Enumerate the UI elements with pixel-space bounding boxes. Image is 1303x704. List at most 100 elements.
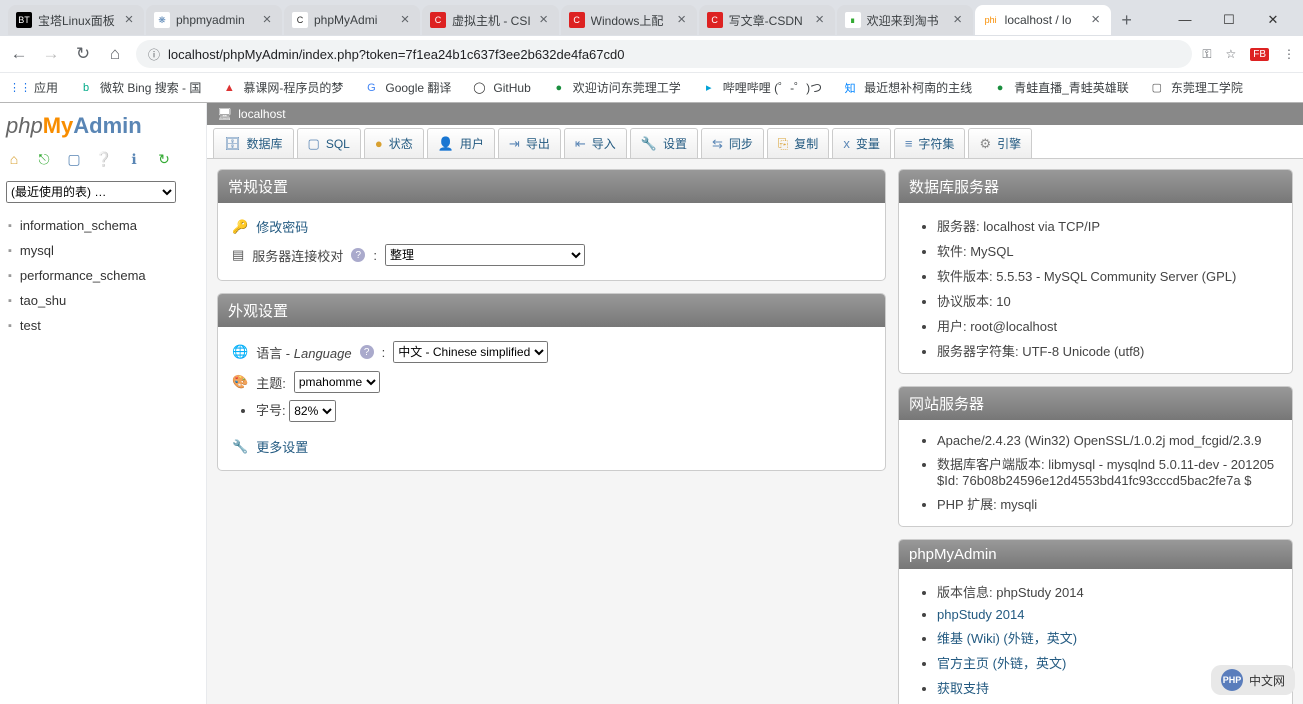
bookmark-item[interactable]: ▢东莞理工学院 <box>1149 79 1243 96</box>
maximize-button[interactable]: ☐ <box>1207 12 1251 28</box>
menu-icon[interactable]: ⋮ <box>1283 47 1295 61</box>
minimize-button[interactable]: — <box>1163 12 1207 28</box>
main-tab[interactable]: ⇆同步 <box>701 128 764 158</box>
pma-link[interactable]: phpStudy 2014 <box>937 607 1024 622</box>
info-item: 服务器字符集: UTF-8 Unicode (utf8) <box>937 338 1278 363</box>
recent-tables-select[interactable]: (最近使用的表) … <box>6 181 176 203</box>
bookmark-item[interactable]: ▸哔哩哔哩 (゜-゜)つ <box>701 79 822 96</box>
database-item[interactable]: ▪mysql <box>6 238 200 263</box>
tab-close-icon[interactable]: × <box>1089 13 1103 27</box>
theme-select[interactable]: pmahomme <box>294 371 380 393</box>
panel-general-settings: 常规设置 🔑 修改密码 ▤ 服务器连接校对 ? : 整理 <box>217 169 886 281</box>
help-icon[interactable]: ℹ <box>126 151 142 167</box>
bookmark-item[interactable]: b微软 Bing 搜索 - 国 <box>78 79 201 96</box>
db-name: mysql <box>20 243 54 258</box>
tab-close-icon[interactable]: × <box>951 13 965 27</box>
language-select[interactable]: 中文 - Chinese simplified <box>393 341 548 363</box>
site-info-icon[interactable]: ⓘ <box>148 46 160 63</box>
help-icon[interactable]: ? <box>351 248 365 262</box>
tab-close-icon[interactable]: × <box>813 13 827 27</box>
main-tab[interactable]: 🗄数据库 <box>213 128 294 158</box>
new-tab-button[interactable]: + <box>1113 10 1141 31</box>
reload-button[interactable]: ↻ <box>72 43 94 65</box>
server-name[interactable]: localhost <box>238 107 285 121</box>
home-button[interactable]: ⌂ <box>104 43 126 65</box>
tab-label: 设置 <box>663 135 687 152</box>
bookmark-label: 微软 Bing 搜索 - 国 <box>100 79 201 96</box>
pma-link[interactable]: 维基 (Wiki) (外链，英文) <box>937 631 1077 646</box>
tab-icon: x <box>843 136 850 151</box>
main-tab[interactable]: ▢SQL <box>297 128 361 158</box>
collation-select[interactable]: 整理 <box>385 244 585 266</box>
main-tab[interactable]: ⚙引擎 <box>968 128 1032 158</box>
tab-close-icon[interactable]: × <box>398 13 412 27</box>
home-icon[interactable]: ⌂ <box>6 151 22 167</box>
bookmark-item[interactable]: GGoogle 翻译 <box>363 79 451 96</box>
version-info: 版本信息: phpStudy 2014 <box>937 579 1278 604</box>
main-tab[interactable]: ⎘复制 <box>767 128 829 158</box>
browser-tab[interactable]: phi localhost / lo × <box>975 5 1111 35</box>
docs-icon[interactable]: ❔ <box>96 151 112 167</box>
browser-tab[interactable]: C phpMyAdmi × <box>284 5 420 35</box>
back-button[interactable]: ← <box>8 43 30 65</box>
tab-title: 虚拟主机 - CSI <box>452 12 531 29</box>
bookmark-favicon: ● <box>551 80 567 96</box>
main-tab[interactable]: ⇥导出 <box>498 128 561 158</box>
bookmark-item[interactable]: ▲慕课网-程序员的梦 <box>221 79 343 96</box>
reload-nav-icon[interactable]: ↻ <box>156 151 172 167</box>
db-name: tao_shu <box>20 293 66 308</box>
database-item[interactable]: ▪test <box>6 313 200 338</box>
bookmark-item[interactable]: ●欢迎访问东莞理工学 <box>551 79 681 96</box>
close-window-button[interactable]: ✕ <box>1251 12 1295 28</box>
bookmark-item[interactable]: ⋮⋮应用 <box>12 79 58 96</box>
pma-logo: phpMyAdmin <box>6 109 200 147</box>
fontsize-select[interactable]: 82% <box>289 400 336 422</box>
db-name: information_schema <box>20 218 137 233</box>
panel-web-server: 网站服务器 Apache/2.4.23 (Win32) OpenSSL/1.0.… <box>898 386 1293 527</box>
bookmark-label: GitHub <box>493 81 530 95</box>
extension-icon[interactable]: FB <box>1250 48 1269 61</box>
main-tab[interactable]: 👤用户 <box>427 128 495 158</box>
tab-close-icon[interactable]: × <box>675 13 689 27</box>
browser-tab[interactable]: C Windows上配 × <box>561 5 697 35</box>
main-tab[interactable]: ●状态 <box>364 128 424 158</box>
bookmark-item[interactable]: 知最近想补柯南的主线 <box>842 79 972 96</box>
main-tab[interactable]: ⇤导入 <box>564 128 627 158</box>
help-icon[interactable]: ? <box>360 345 374 359</box>
tab-close-icon[interactable]: × <box>537 13 551 27</box>
browser-tab[interactable]: ∎ 欢迎来到淘书 × <box>837 5 973 35</box>
bookmark-label: 东莞理工学院 <box>1171 79 1243 96</box>
bookmark-item[interactable]: ◯GitHub <box>471 80 530 96</box>
logout-icon[interactable]: ⎋ <box>36 151 52 167</box>
address-bar[interactable]: ⓘ localhost/phpMyAdmin/index.php?token=7… <box>136 40 1192 68</box>
database-item[interactable]: ▪information_schema <box>6 213 200 238</box>
tab-label: 状态 <box>389 135 413 152</box>
tab-favicon: BT <box>16 12 32 28</box>
main-tab[interactable]: ≡字符集 <box>894 128 966 158</box>
toolbar: ← → ↻ ⌂ ⓘ localhost/phpMyAdmin/index.php… <box>0 36 1303 72</box>
bookmark-item[interactable]: ●青蛙直播_青蛙英雄联 <box>992 79 1129 96</box>
tab-close-icon[interactable]: × <box>260 13 274 27</box>
change-password-link[interactable]: 修改密码 <box>256 217 308 236</box>
database-item[interactable]: ▪performance_schema <box>6 263 200 288</box>
bookmark-label: 最近想补柯南的主线 <box>864 79 972 96</box>
star-icon[interactable]: ☆ <box>1225 47 1236 61</box>
tab-icon: 🔧 <box>641 136 657 152</box>
database-item[interactable]: ▪tao_shu <box>6 288 200 313</box>
forward-button[interactable]: → <box>40 43 62 65</box>
tab-close-icon[interactable]: × <box>122 13 136 27</box>
browser-tab[interactable]: C 虚拟主机 - CSI × <box>422 5 559 35</box>
pma-link[interactable]: 官方主页 (外链，英文) <box>937 656 1066 671</box>
bookmark-label: 慕课网-程序员的梦 <box>243 79 343 96</box>
main-tab[interactable]: x变量 <box>832 128 891 158</box>
server-breadcrumb: 🖥 localhost <box>207 103 1303 125</box>
browser-tab[interactable]: C 写文章-CSDN × <box>699 5 835 35</box>
bookmark-label: 哔哩哔哩 (゜-゜)つ <box>723 79 822 96</box>
main-tab[interactable]: 🔧 设置 <box>630 128 698 158</box>
pma-link[interactable]: 获取支持 <box>937 681 989 696</box>
browser-tab[interactable]: BT 宝塔Linux面板 × <box>8 5 144 35</box>
sql-icon[interactable]: ▢ <box>66 151 82 167</box>
browser-tab[interactable]: ❋ phpmyadmin × <box>146 5 282 35</box>
key-icon[interactable]: ⚿ <box>1202 47 1211 62</box>
more-settings-link[interactable]: 更多设置 <box>256 437 308 456</box>
